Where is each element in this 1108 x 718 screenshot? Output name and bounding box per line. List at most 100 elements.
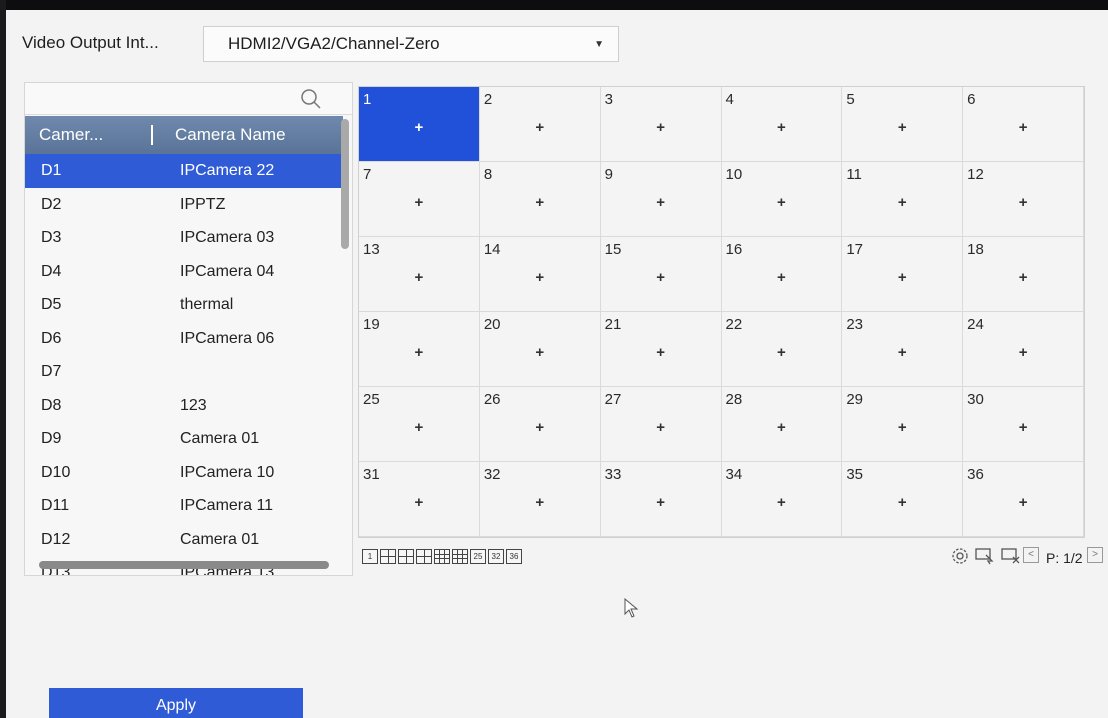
layout-25-button[interactable]: 25: [470, 549, 486, 564]
window-cell[interactable]: 28 +: [721, 387, 843, 462]
add-camera-icon[interactable]: +: [535, 494, 544, 511]
search-icon[interactable]: [300, 88, 322, 115]
window-cell[interactable]: 18 +: [963, 237, 1084, 312]
window-cell[interactable]: 2 +: [479, 87, 601, 162]
page-next-button[interactable]: >: [1087, 547, 1103, 563]
window-cell[interactable]: 3 +: [600, 87, 722, 162]
window-cell[interactable]: 14 +: [479, 237, 601, 312]
add-camera-icon[interactable]: +: [535, 119, 544, 136]
add-camera-icon[interactable]: +: [415, 419, 424, 436]
add-camera-icon[interactable]: +: [898, 194, 907, 211]
add-camera-icon[interactable]: +: [1019, 419, 1028, 436]
add-camera-icon[interactable]: +: [656, 119, 665, 136]
window-cell[interactable]: 35 +: [842, 462, 964, 537]
add-camera-icon[interactable]: +: [415, 494, 424, 511]
camera-row[interactable]: D1 IPCamera 22: [25, 154, 343, 188]
add-camera-icon[interactable]: +: [415, 269, 424, 286]
camera-row[interactable]: D3 IPCamera 03: [25, 221, 343, 255]
window-cell[interactable]: 21 +: [600, 312, 722, 387]
gear-icon[interactable]: [951, 547, 969, 568]
camera-row[interactable]: D12 Camera 01: [25, 523, 343, 557]
add-camera-icon[interactable]: +: [415, 344, 424, 361]
window-cell[interactable]: 11 +: [842, 162, 964, 237]
add-camera-icon[interactable]: +: [898, 344, 907, 361]
page-prev-button[interactable]: <: [1023, 547, 1039, 563]
apply-button[interactable]: Apply: [49, 688, 303, 718]
camera-row[interactable]: D5 thermal: [25, 288, 343, 322]
add-camera-icon[interactable]: +: [535, 344, 544, 361]
column-header-camera-id[interactable]: Camer...: [39, 125, 103, 145]
window-cell[interactable]: 7 +: [359, 162, 480, 237]
window-cell[interactable]: 9 +: [600, 162, 722, 237]
vertical-scrollbar[interactable]: [341, 119, 349, 249]
window-cell[interactable]: 36 +: [963, 462, 1084, 537]
camera-row[interactable]: D7: [25, 355, 343, 389]
add-camera-icon[interactable]: +: [898, 494, 907, 511]
add-camera-icon[interactable]: +: [535, 419, 544, 436]
window-cell[interactable]: 1 +: [359, 87, 480, 162]
window-cell[interactable]: 6 +: [963, 87, 1084, 162]
camera-row[interactable]: D2 IPPTZ: [25, 188, 343, 222]
camera-row[interactable]: D4 IPCamera 04: [25, 255, 343, 289]
layout-4-button[interactable]: [380, 549, 396, 564]
add-camera-icon[interactable]: +: [777, 494, 786, 511]
window-cell[interactable]: 33 +: [600, 462, 722, 537]
add-camera-icon[interactable]: +: [777, 194, 786, 211]
window-cell[interactable]: 24 +: [963, 312, 1084, 387]
window-cell[interactable]: 19 +: [359, 312, 480, 387]
window-cell[interactable]: 20 +: [479, 312, 601, 387]
window-cell[interactable]: 16 +: [721, 237, 843, 312]
add-camera-icon[interactable]: +: [415, 194, 424, 211]
layout-16-button[interactable]: [452, 549, 468, 564]
add-camera-icon[interactable]: +: [1019, 344, 1028, 361]
window-cell[interactable]: 23 +: [842, 312, 964, 387]
add-camera-icon[interactable]: +: [777, 419, 786, 436]
add-camera-icon[interactable]: +: [777, 119, 786, 136]
window-cell[interactable]: 17 +: [842, 237, 964, 312]
add-camera-icon[interactable]: +: [656, 494, 665, 511]
column-header-camera-name[interactable]: Camera Name: [175, 125, 286, 145]
window-cell[interactable]: 13 +: [359, 237, 480, 312]
add-camera-icon[interactable]: +: [656, 419, 665, 436]
window-cell[interactable]: 34 +: [721, 462, 843, 537]
add-camera-icon[interactable]: +: [656, 194, 665, 211]
add-camera-icon[interactable]: +: [1019, 119, 1028, 136]
window-cell[interactable]: 22 +: [721, 312, 843, 387]
camera-row[interactable]: D9 Camera 01: [25, 422, 343, 456]
window-cell[interactable]: 8 +: [479, 162, 601, 237]
camera-row[interactable]: D11 IPCamera 11: [25, 489, 343, 523]
window-cell[interactable]: 15 +: [600, 237, 722, 312]
add-camera-icon[interactable]: +: [1019, 494, 1028, 511]
layout-1-button[interactable]: 1: [362, 549, 378, 564]
window-cell[interactable]: 31 +: [359, 462, 480, 537]
camera-row[interactable]: D6 IPCamera 06: [25, 322, 343, 356]
window-cell[interactable]: 26 +: [479, 387, 601, 462]
window-cell[interactable]: 10 +: [721, 162, 843, 237]
add-camera-icon[interactable]: +: [898, 119, 907, 136]
add-camera-icon[interactable]: +: [415, 119, 424, 136]
add-camera-icon[interactable]: +: [535, 269, 544, 286]
layout-9-button[interactable]: [434, 549, 450, 564]
window-cell[interactable]: 30 +: [963, 387, 1084, 462]
column-divider[interactable]: [151, 125, 153, 145]
add-camera-icon[interactable]: +: [535, 194, 544, 211]
window-cell[interactable]: 27 +: [600, 387, 722, 462]
window-cell[interactable]: 12 +: [963, 162, 1084, 237]
layout-32-button[interactable]: 32: [488, 549, 504, 564]
window-cell[interactable]: 25 +: [359, 387, 480, 462]
add-camera-icon[interactable]: +: [1019, 269, 1028, 286]
add-camera-icon[interactable]: +: [656, 269, 665, 286]
stop-all-live-icon[interactable]: [1001, 547, 1021, 568]
window-cell[interactable]: 4 +: [721, 87, 843, 162]
video-output-select[interactable]: HDMI2/VGA2/Channel-Zero ▼: [203, 26, 619, 62]
layout-36-button[interactable]: 36: [506, 549, 522, 564]
window-cell[interactable]: 29 +: [842, 387, 964, 462]
camera-row[interactable]: D8 123: [25, 389, 343, 423]
window-cell[interactable]: 32 +: [479, 462, 601, 537]
add-camera-icon[interactable]: +: [898, 419, 907, 436]
add-camera-icon[interactable]: +: [1019, 194, 1028, 211]
add-camera-icon[interactable]: +: [777, 344, 786, 361]
layout-8-button[interactable]: [416, 549, 432, 564]
horizontal-scrollbar[interactable]: [39, 561, 329, 569]
start-all-live-icon[interactable]: [975, 547, 995, 568]
